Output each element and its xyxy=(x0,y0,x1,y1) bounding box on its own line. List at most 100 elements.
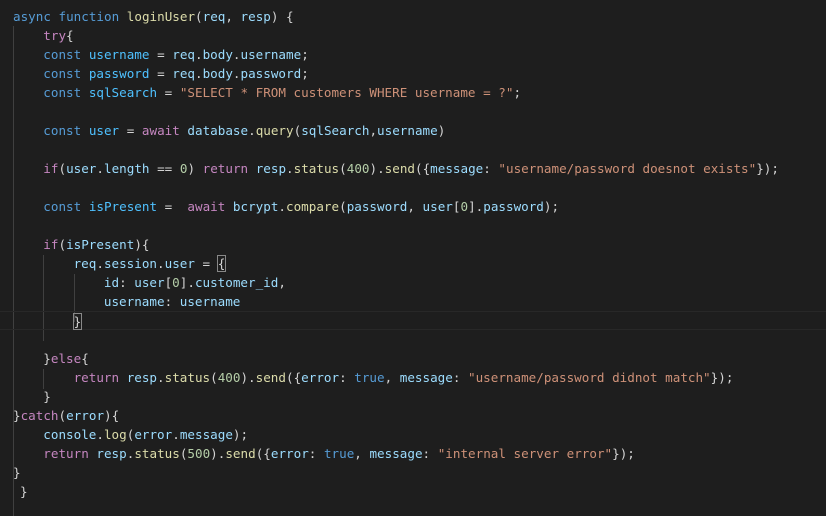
code-token: . xyxy=(232,47,241,62)
code-token: ({ xyxy=(415,161,431,176)
code-token: user xyxy=(66,161,97,176)
code-token: status xyxy=(164,370,211,385)
code-token: , xyxy=(225,9,241,24)
code-token: 500 xyxy=(187,446,211,461)
code-token: console xyxy=(43,427,97,442)
code-line[interactable]: return resp.status(500).send({error: tru… xyxy=(0,444,826,463)
code-line[interactable]: id: user[0].customer_id, xyxy=(0,273,826,292)
code-token: ( xyxy=(58,237,67,252)
code-token: session xyxy=(103,256,158,271)
code-token: , xyxy=(369,123,378,138)
code-line[interactable]: } xyxy=(0,311,826,330)
code-token: ) xyxy=(437,123,446,138)
code-token: : xyxy=(483,161,499,176)
code-token: compare xyxy=(286,199,340,214)
code-token: { xyxy=(81,351,89,366)
code-token: send xyxy=(255,370,286,385)
code-token: ({ xyxy=(255,446,271,461)
code-editor[interactable]: async function loginUser(req, resp) {try… xyxy=(0,0,826,516)
code-line[interactable] xyxy=(0,216,826,235)
code-token: true xyxy=(323,446,355,461)
code-token: status xyxy=(293,161,340,176)
code-line[interactable]: const user = await database.query(sqlSea… xyxy=(0,121,826,140)
code-line[interactable] xyxy=(0,102,826,121)
code-token: password xyxy=(240,66,302,81)
code-token: error xyxy=(66,408,105,423)
code-token: = xyxy=(149,66,173,81)
code-token: user xyxy=(422,199,453,214)
code-token: username xyxy=(88,47,150,62)
code-token: req xyxy=(172,66,195,81)
code-line[interactable]: console.log(error.message); xyxy=(0,425,826,444)
code-line[interactable]: if(user.length == 0) return resp.status(… xyxy=(0,159,826,178)
code-token: ( xyxy=(339,161,347,176)
code-line[interactable]: } xyxy=(0,387,826,406)
code-token: username xyxy=(179,294,241,309)
code-token: ( xyxy=(58,408,67,423)
code-token: const xyxy=(43,47,82,62)
code-line[interactable]: } xyxy=(0,463,826,482)
code-line[interactable]: username: username xyxy=(0,292,826,311)
code-token: user xyxy=(134,275,165,290)
code-line[interactable] xyxy=(0,178,826,197)
code-token: const xyxy=(43,199,82,214)
code-token: 400 xyxy=(346,161,370,176)
code-line[interactable]: const username = req.body.username; xyxy=(0,45,826,64)
code-token: error xyxy=(134,427,173,442)
code-token: send xyxy=(384,161,415,176)
code-token: = xyxy=(149,47,173,62)
code-token: "SELECT * FROM customers WHERE username … xyxy=(179,85,514,100)
code-line[interactable]: try{ xyxy=(0,26,826,45)
code-token: username xyxy=(240,47,302,62)
code-token: isPresent xyxy=(88,199,158,214)
code-token: } xyxy=(13,408,21,423)
code-line[interactable]: const isPresent = await bcrypt.compare(p… xyxy=(0,197,826,216)
code-token: } xyxy=(20,484,28,499)
code-line[interactable]: async function loginUser(req, resp) { xyxy=(0,7,826,26)
code-line[interactable] xyxy=(0,330,826,349)
code-line[interactable]: } xyxy=(0,482,826,501)
code-token: . xyxy=(157,370,165,385)
code-token: const xyxy=(43,66,82,81)
code-line[interactable]: }catch(error){ xyxy=(0,406,826,425)
code-token: resp xyxy=(240,9,271,24)
code-token: . xyxy=(194,66,203,81)
code-token: . xyxy=(278,199,287,214)
code-token: else xyxy=(50,351,82,366)
bracket-match-highlight: } xyxy=(72,313,83,330)
code-token: message xyxy=(179,427,233,442)
code-token: req xyxy=(202,9,226,24)
code-token: . xyxy=(96,256,104,271)
code-token: } xyxy=(43,351,51,366)
code-token: : xyxy=(119,275,135,290)
code-line[interactable]: const sqlSearch = "SELECT * FROM custome… xyxy=(0,83,826,102)
code-line[interactable]: }else{ xyxy=(0,349,826,368)
code-token: . xyxy=(248,123,256,138)
code-line[interactable]: const password = req.body.password; xyxy=(0,64,826,83)
code-token: error xyxy=(301,370,340,385)
code-line[interactable]: req.session.user = { xyxy=(0,254,826,273)
code-token: 0 xyxy=(460,199,469,214)
code-token: message xyxy=(430,161,484,176)
code-token: return xyxy=(43,446,89,461)
code-line[interactable]: return resp.status(400).send({error: tru… xyxy=(0,368,826,387)
code-token: length xyxy=(104,161,150,176)
code-token: customer_id xyxy=(194,275,279,290)
code-token: password xyxy=(483,199,544,214)
code-token: }); xyxy=(756,161,779,176)
code-token: { xyxy=(66,28,74,43)
code-token: bcrypt xyxy=(232,199,279,214)
code-token: resp xyxy=(96,446,127,461)
code-token: ) { xyxy=(270,9,294,24)
code-line[interactable]: if(isPresent){ xyxy=(0,235,826,254)
code-token: user xyxy=(164,256,195,271)
code-token: ]. xyxy=(468,199,484,214)
code-line[interactable] xyxy=(0,140,826,159)
code-token: . xyxy=(172,427,180,442)
